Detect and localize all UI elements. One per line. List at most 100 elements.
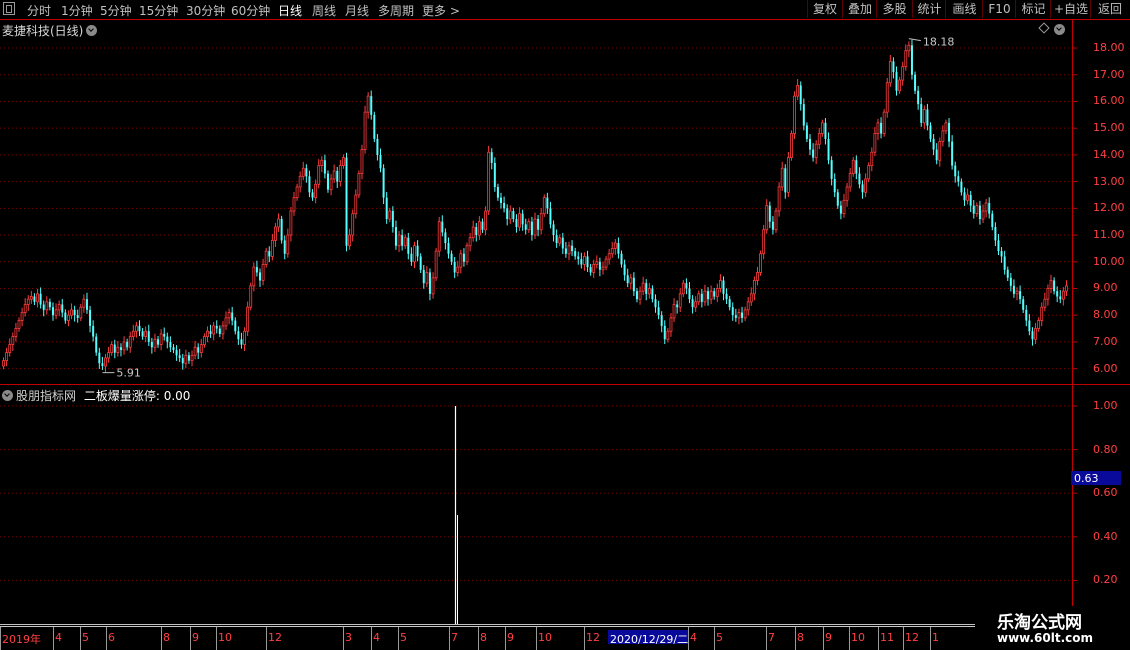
candle-body (796, 85, 800, 97)
candle-body (654, 299, 657, 308)
candle-body (360, 149, 364, 175)
candle-body (234, 320, 237, 332)
candle-body (175, 349, 178, 356)
candle-body (441, 221, 444, 233)
candlestick-chart[interactable]: 18.18 5.91 (0, 0, 1130, 650)
date-tick-label: 3 (345, 631, 352, 644)
candle-body (780, 167, 784, 188)
indicator-source: 股朋指标网 (16, 389, 77, 403)
candle-body (422, 269, 425, 284)
price-tick-label: 7.00 (1093, 334, 1118, 348)
candle-body (786, 157, 790, 193)
candle-body (691, 299, 694, 308)
candle-body (484, 210, 487, 231)
candle-body (592, 264, 596, 273)
candle-body (651, 288, 654, 300)
candle-body (1015, 290, 1019, 295)
candle-body (221, 325, 225, 335)
candle-body (342, 157, 345, 166)
candle-body (506, 208, 509, 220)
candle-body (1061, 290, 1065, 300)
candle-body (713, 291, 716, 297)
candle-body (197, 347, 200, 353)
candle-body (951, 141, 954, 166)
candle-body (431, 277, 435, 295)
candle-body (922, 109, 926, 124)
candle-body (954, 165, 957, 177)
candle-body (141, 331, 144, 337)
candle-body (326, 173, 329, 190)
candle-body (255, 267, 258, 273)
candle-body (456, 266, 460, 273)
date-tick-label: 4 (55, 631, 62, 644)
candle-body (465, 245, 469, 263)
candle-body (715, 288, 719, 297)
candle-body (638, 290, 642, 300)
candle-body (26, 298, 30, 305)
date-tick-label: 10 (538, 631, 552, 644)
candle-body (73, 309, 76, 316)
candle-body (876, 122, 880, 134)
candle-body (777, 186, 781, 212)
candle-body (617, 243, 620, 254)
candle-body (533, 218, 537, 236)
candle-body (184, 354, 188, 364)
candle-body (477, 221, 481, 236)
candle-body (363, 111, 367, 150)
price-tick-label: 6.00 (1093, 361, 1118, 375)
candle-body (790, 133, 793, 158)
candle-body (338, 165, 342, 183)
candle-body (623, 264, 626, 276)
candle-body (793, 95, 796, 134)
candle-body (734, 315, 737, 318)
candle-body (991, 213, 994, 228)
candle-body (240, 339, 243, 345)
candle-body (277, 218, 280, 228)
candle-body (564, 248, 567, 254)
candle-body (172, 347, 175, 350)
candle-body (549, 208, 552, 225)
price-tick-label: 16.00 (1093, 94, 1125, 108)
candle-body (366, 95, 370, 113)
date-tick-label: 9 (825, 631, 832, 644)
candle-body (697, 293, 701, 303)
candle-body (938, 141, 942, 161)
candle-body (428, 272, 431, 294)
candle-body (1003, 256, 1006, 270)
indicator-tick-label: 0.20 (1093, 573, 1118, 587)
candle-body (1056, 291, 1059, 297)
candle-body (54, 309, 58, 316)
candle-body (403, 237, 407, 247)
candle-body (270, 239, 274, 257)
candle-body (589, 267, 592, 273)
low-price-label: 5.91 (116, 367, 141, 380)
chevron-down-icon[interactable] (2, 390, 13, 401)
date-tick-label: 7 (451, 631, 458, 644)
candle-body (264, 250, 268, 265)
candle-body (907, 44, 911, 52)
candle-body (567, 245, 571, 255)
candle-body (503, 202, 506, 209)
candle-body (848, 173, 852, 188)
price-tick-label: 14.00 (1093, 147, 1125, 161)
candle-body (1019, 291, 1022, 300)
date-tick-label: 6 (108, 631, 115, 644)
candle-body (805, 125, 808, 139)
candle-body (571, 245, 574, 252)
candle-body (994, 227, 997, 241)
candle-body (128, 336, 132, 348)
candle-body (354, 194, 358, 215)
candle-body (515, 219, 518, 228)
candle-body (960, 181, 963, 193)
candle-body (555, 235, 558, 244)
candle-body (437, 221, 441, 252)
candle-body (206, 330, 209, 337)
candle-body (632, 277, 635, 292)
price-tick-label: 17.00 (1093, 67, 1125, 81)
candle-body (660, 315, 663, 326)
candle-body (552, 224, 555, 236)
candle-body (246, 306, 250, 332)
candle-body (57, 304, 61, 311)
candle-body (357, 173, 361, 196)
candle-body (227, 312, 231, 319)
